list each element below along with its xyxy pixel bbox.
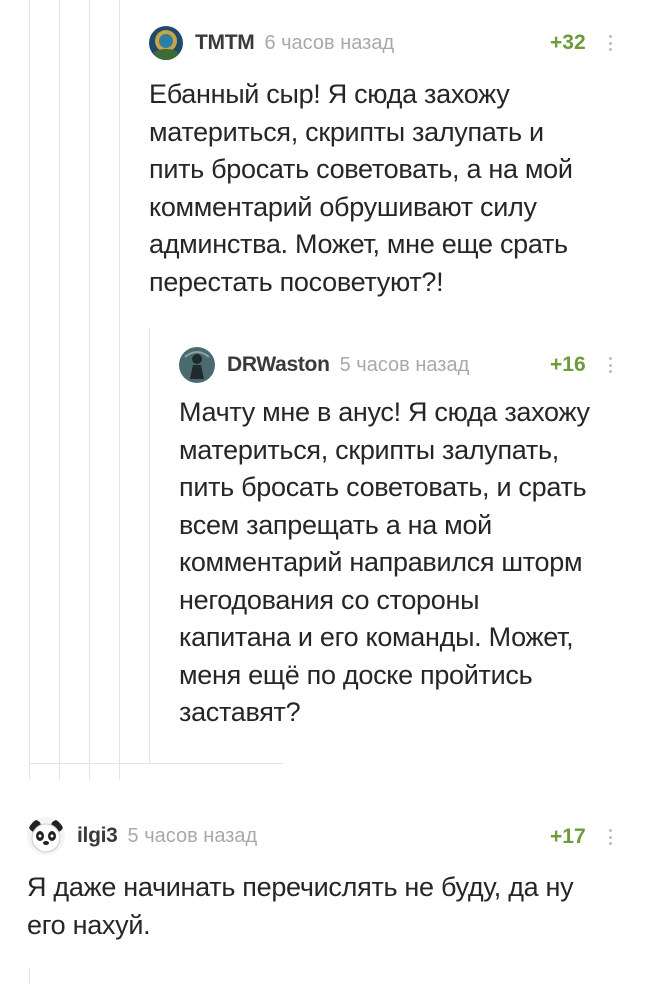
comment-line: материться, скрипты залупать, [179,434,559,465]
panda-avatar[interactable] [27,817,65,855]
thread-line [149,328,150,764]
comment-author[interactable]: ilgi3 [77,824,118,848]
thread-end-divider [29,763,283,764]
comment-time[interactable]: 6 часов назад [264,32,394,55]
comment: DRWaston 5 часов назад +16 Мачту мне в а… [179,347,629,732]
comment-header: ilgi3 5 часов назад [27,817,629,855]
comment-line: его нахуй. [27,909,151,940]
comment-author[interactable]: TMTM [195,31,255,55]
comment-rating: +16 [550,353,586,376]
comment: ilgi3 5 часов назад +17 Я даже начинать … [27,817,629,944]
comment-line: Я даже начинать перечислять не буду, да … [27,872,574,902]
comment-rating: +17 [550,825,586,848]
comment-body: Мачту мне в анус! Я сюда захожу материть… [179,394,629,732]
comment-line: комментарий обрушивают силу [149,191,537,222]
thread-line [29,0,30,780]
thread-line [59,0,60,780]
comment-line: комментарий направился шторм [179,547,583,577]
comment-line: меня ещё по доске пройтись [179,659,533,690]
comment-line: заставят? [179,697,301,727]
comment-line: админства. Может, мне еще срать [149,229,568,259]
comment-menu-icon[interactable] [609,357,613,373]
diver-avatar[interactable] [149,26,183,60]
comment-line: всем запрещать а на мой [179,509,492,540]
comment: TMTM 6 часов назад +32 Ебанный сыр! Я сю… [149,26,629,301]
thread-line [119,0,120,780]
comment-line: негодования со стороны [179,584,480,615]
comment-time[interactable]: 5 часов назад [340,354,470,377]
thread-line [89,0,90,780]
comment-line: пить бросать советовать, а на мой [149,154,573,184]
comment-line: Ебанный сыр! Я сюда захожу [149,79,510,109]
comment-author[interactable]: DRWaston [227,353,330,377]
comment-time[interactable]: 5 часов назад [128,825,258,848]
comment-line: капитана и его команды. Может, [179,622,574,652]
comment-body: Я даже начинать перечислять не буду, да … [27,869,629,944]
comment-body: Ебанный сыр! Я сюда захожу материться, с… [149,76,629,301]
comment-menu-icon[interactable] [609,829,613,845]
comment-menu-icon[interactable] [609,35,613,51]
comment-line: материться, скрипты залупать и [149,116,544,147]
thread-line [29,968,30,984]
comment-line: Мачту мне в анус! Я сюда захожу [179,397,590,427]
comment-line: перестать посоветуют?! [149,266,444,297]
comment-line: пить бросать советовать, и срать [179,472,587,502]
comment-rating: +32 [550,31,586,54]
figure-avatar[interactable] [179,347,215,383]
